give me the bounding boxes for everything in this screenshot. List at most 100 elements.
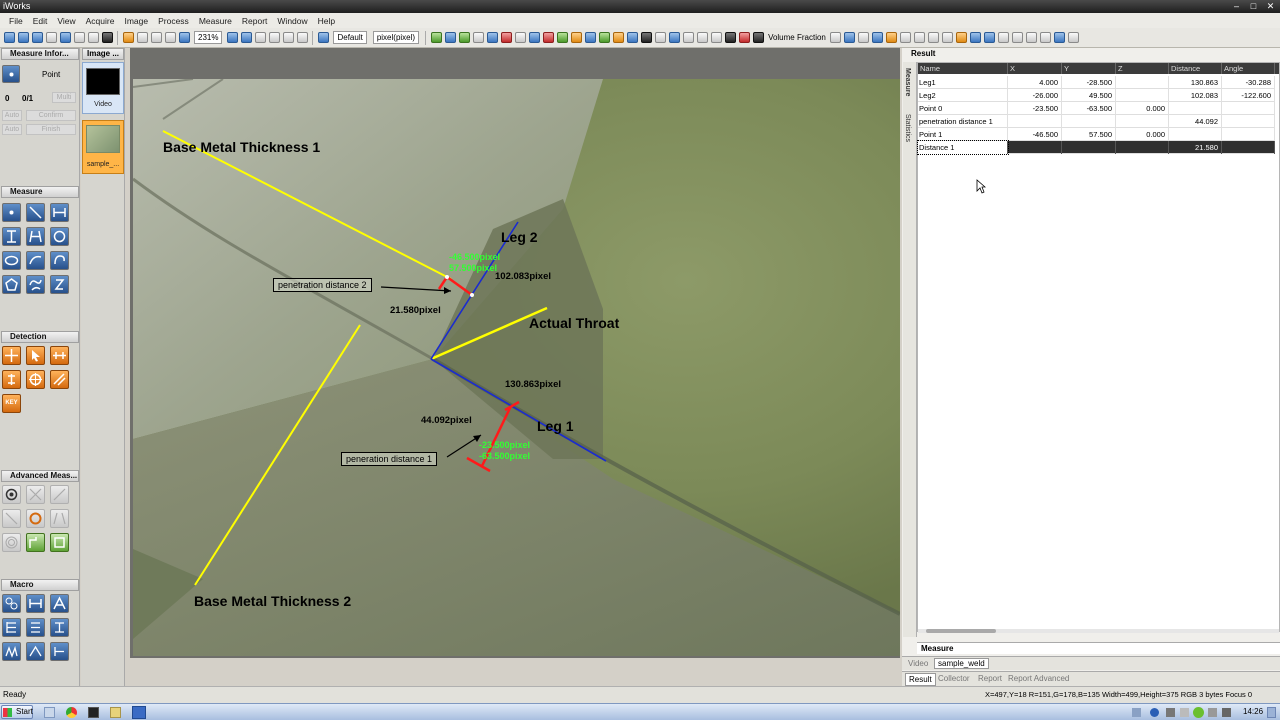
table-row[interactable]: Leg2 -26.000 49.500 102.083 -122.600 — [918, 89, 1275, 102]
cell-name-editing[interactable]: Distance 1 — [917, 140, 1009, 155]
line-icon[interactable] — [830, 32, 842, 43]
terminal-icon[interactable] — [88, 707, 99, 718]
z-measure-icon[interactable] — [50, 275, 69, 294]
cross-measure-icon[interactable] — [26, 485, 45, 504]
advanced-measure-header[interactable]: Advanced Meas... — [1, 470, 79, 482]
filter-icon[interactable] — [556, 32, 568, 43]
macro-circles-icon[interactable] — [2, 594, 21, 613]
curve-measure-icon[interactable] — [50, 251, 69, 270]
key-button[interactable]: KEY — [2, 394, 21, 413]
base2-label[interactable]: Base Metal Thickness 2 — [194, 593, 351, 609]
line-measure-icon[interactable] — [26, 203, 45, 222]
fit-window-icon[interactable] — [240, 32, 252, 43]
horizontal-scrollbar[interactable] — [918, 629, 1279, 633]
cursor-detect-icon[interactable] — [26, 346, 45, 365]
rotate-icon[interactable] — [296, 32, 308, 43]
measure-section-header[interactable]: Measure — [1, 186, 79, 198]
pan-icon[interactable] — [268, 32, 280, 43]
tab-report-advanced[interactable]: Report Advanced — [1008, 674, 1069, 683]
grid-icon[interactable] — [430, 32, 442, 43]
col-z[interactable]: Z — [1116, 63, 1169, 74]
menu-image[interactable]: Image — [119, 16, 153, 26]
arc-measure-icon[interactable] — [26, 251, 45, 270]
ellipse-icon[interactable] — [928, 32, 940, 43]
globe-icon[interactable] — [872, 32, 884, 43]
menu-measure[interactable]: Measure — [194, 16, 237, 26]
image-list-header[interactable]: Image ... — [82, 48, 124, 60]
tray-icon-3[interactable] — [1180, 708, 1189, 717]
network-icon[interactable] — [1193, 707, 1204, 718]
leg1-label[interactable]: Leg 1 — [537, 418, 574, 434]
slope-measure-icon[interactable] — [50, 485, 69, 504]
profile-icon[interactable] — [317, 32, 329, 43]
minimize-icon[interactable]: – — [1231, 1, 1242, 11]
profile-select[interactable]: Default — [333, 31, 367, 44]
tray-icon-4[interactable] — [1208, 708, 1217, 717]
zoom-in-icon[interactable] — [178, 32, 190, 43]
text-tool-icon[interactable] — [654, 32, 666, 43]
macro-list-icon[interactable] — [2, 618, 21, 637]
paste-roi-icon[interactable] — [984, 32, 996, 43]
circle-measure-icon[interactable] — [50, 227, 69, 246]
tab-video[interactable]: Video — [908, 659, 928, 668]
snap-icon[interactable] — [150, 32, 162, 43]
measure-info-header[interactable]: Measure Infor... — [1, 48, 79, 60]
table-row[interactable]: Leg1 4.000 -28.500 130.863 -30.288 — [918, 76, 1275, 89]
delete-icon[interactable] — [101, 32, 113, 43]
freeform-measure-icon[interactable] — [26, 275, 45, 294]
frame-icon[interactable] — [514, 32, 526, 43]
histogram-icon[interactable] — [486, 32, 498, 43]
close-icon[interactable]: ✕ — [1265, 1, 1276, 11]
freehand-icon[interactable] — [942, 32, 954, 43]
video-thumbnail[interactable]: Video — [82, 62, 124, 114]
color-icon[interactable] — [542, 32, 554, 43]
open-file-icon[interactable] — [17, 32, 29, 43]
volume-icon[interactable] — [1222, 708, 1231, 717]
enhance-icon[interactable] — [570, 32, 582, 43]
base1-label[interactable]: Base Metal Thickness 1 — [163, 139, 320, 155]
pen1-callout[interactable]: peneration distance 1 — [341, 452, 438, 466]
zoom-out-icon[interactable] — [226, 32, 238, 43]
chrome-icon[interactable] — [66, 707, 77, 718]
annotate-icon[interactable] — [682, 32, 694, 43]
tab-collector[interactable]: Collector — [938, 674, 970, 683]
tab-report[interactable]: Report — [978, 674, 1002, 683]
diag-measure-icon[interactable] — [2, 509, 21, 528]
weld-image[interactable]: Base Metal Thickness 1 Base Metal Thickn… — [133, 79, 900, 656]
finish-button[interactable]: Finish — [26, 124, 76, 135]
col-angle[interactable]: Angle — [1222, 63, 1275, 74]
vertical-measure-icon[interactable] — [2, 227, 21, 246]
highlight-icon[interactable] — [612, 32, 624, 43]
help-icon[interactable] — [1150, 708, 1159, 717]
cut-icon[interactable] — [998, 32, 1010, 43]
measure-tool-icon[interactable] — [668, 32, 680, 43]
leg2-label[interactable]: Leg 2 — [501, 229, 538, 245]
settings-gear-icon[interactable] — [640, 32, 652, 43]
frame-measure-icon[interactable] — [50, 533, 69, 552]
macro-profile-icon[interactable] — [2, 642, 21, 661]
macro-step-icon[interactable] — [50, 642, 69, 661]
menu-report[interactable]: Report — [237, 16, 273, 26]
table-row[interactable]: Point 0 -23.500 -63.500 0.000 — [918, 102, 1275, 115]
macro-angle-icon[interactable] — [50, 594, 69, 613]
menu-acquire[interactable]: Acquire — [81, 16, 120, 26]
phase-icon[interactable] — [738, 32, 750, 43]
window-tile-icon[interactable] — [1012, 32, 1024, 43]
col-y[interactable]: Y — [1062, 63, 1116, 74]
polygon-measure-icon[interactable] — [2, 275, 21, 294]
col-distance[interactable]: Distance — [1169, 63, 1222, 74]
menu-file[interactable]: File — [4, 16, 28, 26]
macro-width-icon[interactable] — [26, 594, 45, 613]
macro-height-icon[interactable] — [50, 618, 69, 637]
throat-label[interactable]: Actual Throat — [529, 315, 619, 331]
rect-icon[interactable] — [858, 32, 870, 43]
auto-button-2[interactable]: Auto — [2, 124, 22, 135]
arrow-icon[interactable] — [696, 32, 708, 43]
grain-icon[interactable] — [724, 32, 736, 43]
side-tab-measure[interactable]: Measure — [904, 68, 911, 96]
menu-edit[interactable]: Edit — [28, 16, 53, 26]
marker-icon[interactable] — [710, 32, 722, 43]
calibrate-icon[interactable] — [500, 32, 512, 43]
step-measure-icon[interactable] — [26, 533, 45, 552]
concentric-icon[interactable] — [2, 485, 21, 504]
